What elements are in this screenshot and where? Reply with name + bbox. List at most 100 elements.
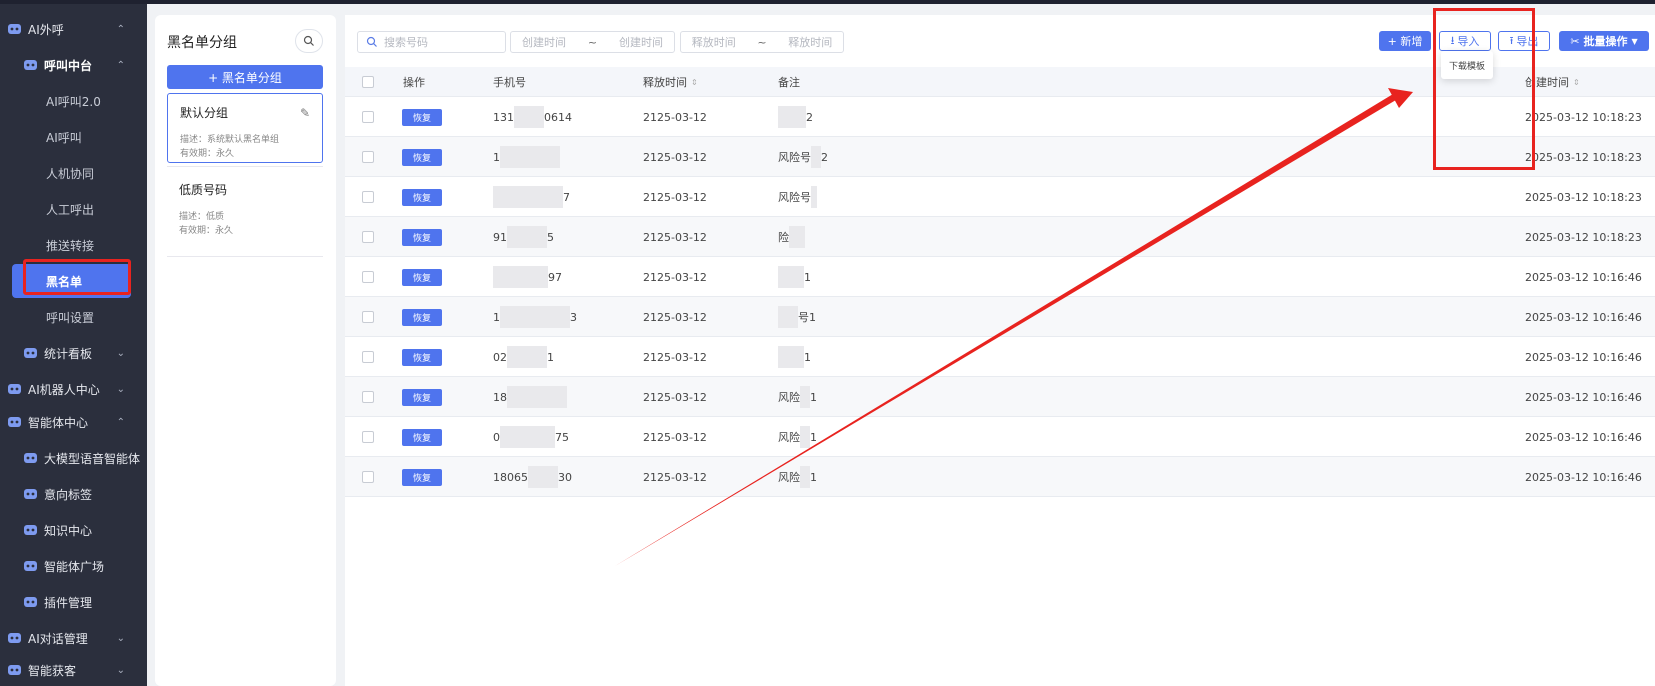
sidebar-item-11[interactable]: 智能体中心 ⌃ [0,405,147,439]
table-row: 恢复 18065 30 2125-03-12 风险 1 2025-03-12 10:16:4… [345,457,1655,497]
restore-button[interactable]: 恢复 [402,468,442,486]
batch-operations-button[interactable]: ✂ 批量操作 ▼ [1559,31,1649,51]
sidebar-item-1[interactable]: 呼叫中台 ⌃ [0,48,147,82]
release-time-cell: 2125-03-12 [643,430,707,444]
group-card-default[interactable]: 默认分组 描述：系统默认黑名单组 有效期：永久 ✎ [167,93,323,163]
sidebar-item-15[interactable]: 智能体广场 [0,549,147,583]
release-start-placeholder: 释放时间 [691,36,736,49]
restore-button[interactable]: 恢复 [402,388,442,406]
plugin-icon [22,594,38,610]
add-group-button[interactable]: + 黑名单分组 [167,65,323,89]
sort-icon: ⇕ [691,77,698,87]
import-dropdown-download-template[interactable]: 下载模板 [1441,51,1493,79]
tag-icon [22,486,38,502]
remark-suffix: 2 [821,150,828,164]
edit-icon[interactable]: ✎ [300,106,310,120]
restore-button[interactable]: 恢复 [402,188,442,206]
row-checkbox[interactable] [362,417,374,457]
phone-suffix: 1 [547,350,554,364]
restore-button[interactable]: 恢复 [402,348,442,366]
chevron-down-icon: ⌄ [116,664,125,676]
knowledge-icon [22,522,38,538]
row-checkbox[interactable] [362,337,374,377]
row-checkbox[interactable] [362,377,374,417]
sidebar-item-10[interactable]: AI机器人中心 ⌄ [0,372,147,406]
sidebar-item-3[interactable]: AI呼叫 [0,120,147,154]
header-created-time[interactable]: 创建时间 ⇕ [1525,67,1580,97]
created-time-cell: 2025-03-12 10:16:46 [1525,350,1642,364]
row-checkbox[interactable] [362,137,374,177]
header-release-time[interactable]: 释放时间 ⇕ [643,67,698,97]
created-time-cell: 2025-03-12 10:18:23 [1525,150,1642,164]
sidebar-item-label: 人工呼出 [46,202,95,217]
row-checkbox[interactable] [362,257,374,297]
search-input[interactable]: 搜索号码 [357,31,506,53]
restore-button[interactable]: 恢复 [402,148,442,166]
group-description: 描述：系统默认黑名单组 [180,135,280,145]
restore-button[interactable]: 恢复 [402,308,442,326]
restore-button[interactable]: 恢复 [402,268,442,286]
sidebar-item-label: AI外呼 [28,22,64,37]
sidebar-item-16[interactable]: 插件管理 [0,585,147,619]
header-action: 操作 [403,76,425,89]
row-checkbox[interactable] [362,457,374,497]
sidebar-item-12[interactable]: 大模型语音智能体 [0,441,147,475]
row-checkbox[interactable] [362,297,374,337]
phone-cell: 131 0614 [493,97,633,137]
remark-prefix: 险 [778,231,789,244]
call-center-icon [22,57,38,73]
release-time-range[interactable]: 释放时间 ~ 释放时间 [680,31,844,53]
sidebar-item-7[interactable]: 黑名单 [12,264,131,298]
chevron-up-icon: ⌃ [116,59,125,71]
redaction-blur [493,186,563,208]
redaction-blur [778,266,804,288]
sidebar-item-2[interactable]: AI呼叫2.0 [0,84,147,118]
restore-button[interactable]: 恢复 [402,428,442,446]
release-time-cell: 2125-03-12 [643,150,707,164]
restore-button[interactable]: 恢复 [402,228,442,246]
sidebar-item-13[interactable]: 意向标签 [0,477,147,511]
sidebar-item-0[interactable]: AI外呼 ⌃ [0,12,147,46]
created-time-cell: 2025-03-12 10:16:46 [1525,390,1642,404]
redaction-blur [493,266,548,288]
robot-icon [6,381,22,397]
release-time-cell: 2125-03-12 [643,110,707,124]
header-phone: 手机号 [493,76,526,89]
row-checkbox[interactable] [362,97,374,137]
import-button[interactable]: ⭳ 导入 [1439,31,1491,51]
sidebar-item-18[interactable]: 智能获客 ⌄ [0,653,147,686]
header-release-label: 释放时间 [643,76,687,89]
remark-cell: 风险 1 [778,457,898,497]
caret-down-icon: ▼ [1631,36,1638,46]
sidebar-item-label: 呼叫设置 [46,310,95,325]
row-checkbox[interactable] [362,177,374,217]
blacklist-group-panel: 黑名单分组 + 黑名单分组 默认分组 描述：系统默认黑名单组 有效期：永久 ✎ … [155,15,336,686]
remark-prefix: 风险 [778,391,800,404]
sidebar-item-5[interactable]: 人工呼出 [0,192,147,226]
sidebar-item-8[interactable]: 呼叫设置 [0,300,147,334]
range-separator: ~ [757,35,767,49]
remark-suffix: 1 [810,430,817,444]
sidebar-item-4[interactable]: 人机协同 [0,156,147,190]
created-time-cell: 2025-03-12 10:18:23 [1525,110,1642,124]
phone-cell: 0 75 [493,417,633,457]
create-time-range[interactable]: 创建时间 ~ 创建时间 [510,31,675,53]
group-validity: 有效期：永久 [179,226,234,236]
sidebar-item-6[interactable]: 推送转接 [0,228,147,262]
group-search-button[interactable] [295,29,323,53]
table-row: 恢复 02 1 2125-03-12 1 2025-03-12 10:16:46 [345,337,1655,377]
export-button[interactable]: ⭱ 导出 [1498,31,1550,51]
phone-prefix: 18 [493,390,507,404]
sidebar-item-17[interactable]: AI对话管理 ⌄ [0,621,147,655]
sidebar-item-9[interactable]: 统计看板 ⌄ [0,336,147,370]
select-all-checkbox[interactable] [362,67,374,97]
sidebar-item-14[interactable]: 知识中心 [0,513,147,547]
row-checkbox[interactable] [362,217,374,257]
create-end-placeholder: 创建时间 [619,36,664,49]
group-card-low-quality[interactable]: 低质号码 描述：低质 有效期：永久 [167,171,323,241]
chart-icon [22,345,38,361]
restore-button[interactable]: 恢复 [402,108,442,126]
add-button[interactable]: + 新增 [1379,31,1431,51]
square-icon [22,558,38,574]
remark-cell: 风险号 2 [778,137,898,177]
